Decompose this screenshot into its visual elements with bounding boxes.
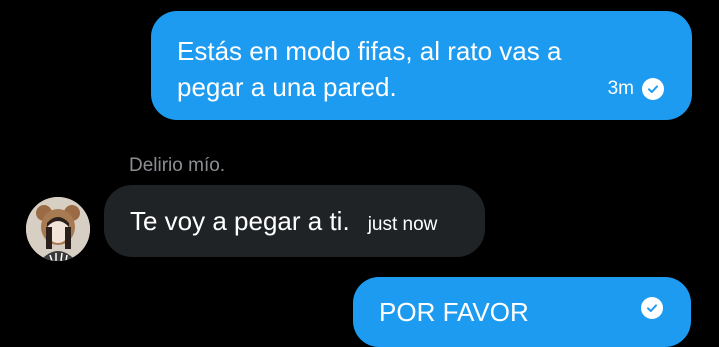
chat-thread: Estás en modo fifas, al rato vas a pegar…	[0, 0, 719, 347]
outgoing-message-bubble[interactable]: Estás en modo fifas, al rato vas a pegar…	[151, 11, 692, 120]
message-text: Te voy a pegar a ti.	[130, 205, 350, 236]
avatar-image	[26, 197, 90, 261]
outgoing-message-bubble[interactable]: POR FAVOR	[353, 277, 691, 347]
message-text: POR FAVOR	[379, 297, 529, 327]
avatar[interactable]	[26, 197, 90, 261]
read-check-icon	[642, 78, 664, 100]
incoming-message-bubble[interactable]: Te voy a pegar a ti. just now	[104, 185, 485, 257]
message-text: Estás en modo fifas, al rato vas a pegar…	[177, 36, 562, 102]
message-meta: 3m	[608, 78, 664, 100]
message-time: just now	[367, 214, 438, 235]
sender-name: Delirio mío.	[129, 155, 226, 176]
read-check-icon	[641, 297, 663, 319]
message-meta	[641, 297, 663, 319]
message-time: 3m	[607, 78, 634, 99]
